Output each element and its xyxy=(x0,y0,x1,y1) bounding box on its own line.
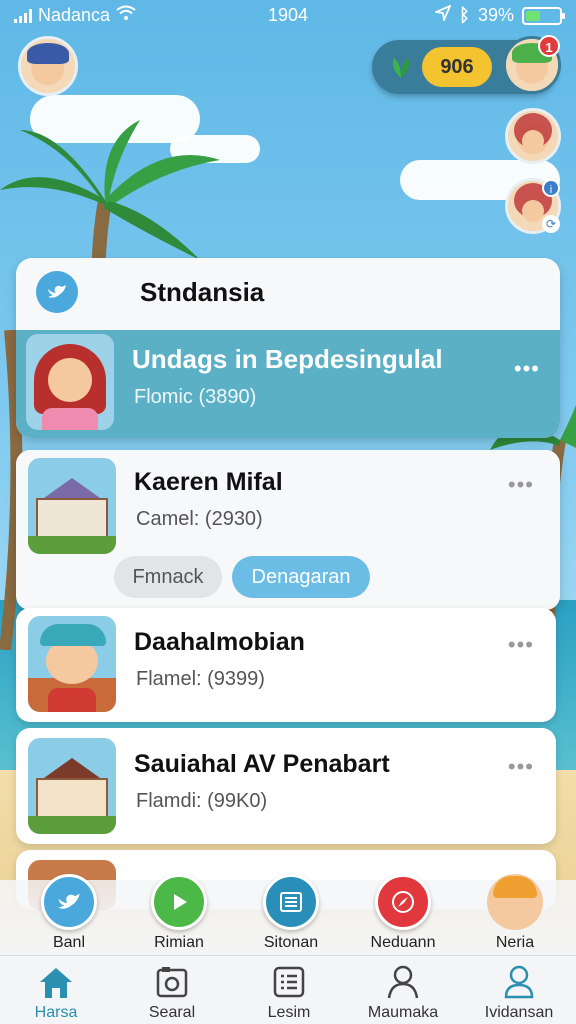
shortcut-neria[interactable]: Neria xyxy=(475,874,555,952)
friend-avatar-1[interactable] xyxy=(505,108,561,164)
person-icon xyxy=(348,964,458,1000)
more-options-icon[interactable]: ••• xyxy=(514,356,540,382)
notification-badge: 1 xyxy=(538,35,560,57)
refresh-icon: ⟳ xyxy=(542,215,560,233)
leaf-icon xyxy=(392,58,410,78)
bird-icon xyxy=(36,271,78,313)
primary-action-button[interactable]: Denagaran xyxy=(232,556,370,598)
tab-label: Maumaka xyxy=(367,1004,439,1021)
secondary-action-button[interactable]: Fmnack xyxy=(114,556,222,598)
profile-icon xyxy=(464,964,574,1000)
shortcut-bar: Banl Rimian Sitonan Neduann Neria xyxy=(0,874,576,958)
list-item-highlighted[interactable]: Undags in Bepdesingulal Flomic (3890) ••… xyxy=(16,330,560,438)
shortcut-label: Sitonan xyxy=(263,934,319,951)
battery-percent: 39% xyxy=(477,5,514,25)
item-thumbnail xyxy=(28,616,116,712)
more-options-icon[interactable]: ••• xyxy=(508,754,534,780)
item-subtitle: Camel: (2930) xyxy=(136,508,263,530)
item-subtitle: Flamel: (9399) xyxy=(136,668,265,690)
shortcut-label: Neduann xyxy=(370,934,436,951)
item-subtitle: Flamdi: (99K0) xyxy=(136,790,268,812)
panel-title: Stndansia xyxy=(140,276,265,307)
list-icon xyxy=(263,874,319,930)
item-thumbnail xyxy=(26,334,114,430)
more-options-icon[interactable]: ••• xyxy=(508,632,534,658)
item-thumbnail xyxy=(28,738,116,834)
status-bar: Nadanca 1904 ᛒ 39% xyxy=(0,0,576,30)
bluetooth-icon: ᛒ xyxy=(459,5,470,25)
shortcut-rimian[interactable]: Rimian xyxy=(139,874,219,952)
tab-label: Lesim xyxy=(267,1004,311,1021)
item-subtitle: Flomic (3890) xyxy=(134,386,257,408)
location-icon xyxy=(432,4,452,26)
shortcut-label: Rimian xyxy=(154,934,204,951)
item-thumbnail xyxy=(28,458,116,554)
tab-label: Searal xyxy=(148,1004,196,1021)
list-item[interactable]: Daahalmobian Flamel: (9399) ••• xyxy=(16,608,556,722)
item-title: Undags in Bepdesingulal xyxy=(132,344,443,374)
tab-ividansan[interactable]: Ividansan xyxy=(464,964,574,1022)
camera-icon xyxy=(117,964,227,1000)
group-panel: Stndansia Undags in Bepdesingulal Flomic… xyxy=(16,258,560,438)
coin-count: 906 xyxy=(422,47,492,87)
list-item[interactable]: Sauiahal AV Penabart Flamdi: (99K0) ••• xyxy=(16,728,556,844)
friend-avatar-2[interactable]: i ⟳ xyxy=(505,178,561,234)
shortcut-banl[interactable]: Banl xyxy=(29,874,109,952)
item-title: Sauiahal AV Penabart xyxy=(134,750,390,778)
play-icon xyxy=(151,874,207,930)
compass-icon xyxy=(375,874,431,930)
user-avatar[interactable] xyxy=(18,36,78,96)
tab-harsa[interactable]: Harsa xyxy=(1,964,111,1022)
shortcut-label: Banl xyxy=(52,934,86,951)
more-options-icon[interactable]: ••• xyxy=(508,472,534,498)
battery-icon xyxy=(522,6,565,25)
bottom-tab-bar: Harsa Searal Lesim Maumaka Ividansan xyxy=(0,955,576,1024)
bird-icon xyxy=(41,874,97,930)
info-icon: i xyxy=(542,179,560,197)
list-item-expanded[interactable]: Kaeren Mifal Camel: (2930) ••• Fmnack De… xyxy=(16,450,560,610)
friend-avatar-notifications[interactable]: 1 xyxy=(503,35,561,94)
tab-lesim[interactable]: Lesim xyxy=(234,964,344,1022)
grid-list-icon xyxy=(234,964,344,1000)
home-icon xyxy=(1,964,111,1000)
tab-label: Ividansan xyxy=(484,1004,554,1021)
item-title: Kaeren Mifal xyxy=(134,468,283,496)
shortcut-sitonan[interactable]: Sitonan xyxy=(251,874,331,952)
tab-maumaka[interactable]: Maumaka xyxy=(348,964,458,1022)
item-title: Daahalmobian xyxy=(134,628,305,656)
shortcut-neduann[interactable]: Neduann xyxy=(363,874,443,952)
avatar-icon xyxy=(487,874,543,930)
shortcut-label: Neria xyxy=(495,934,535,951)
tab-label: Harsa xyxy=(34,1004,78,1021)
tab-searal[interactable]: Searal xyxy=(117,964,227,1022)
